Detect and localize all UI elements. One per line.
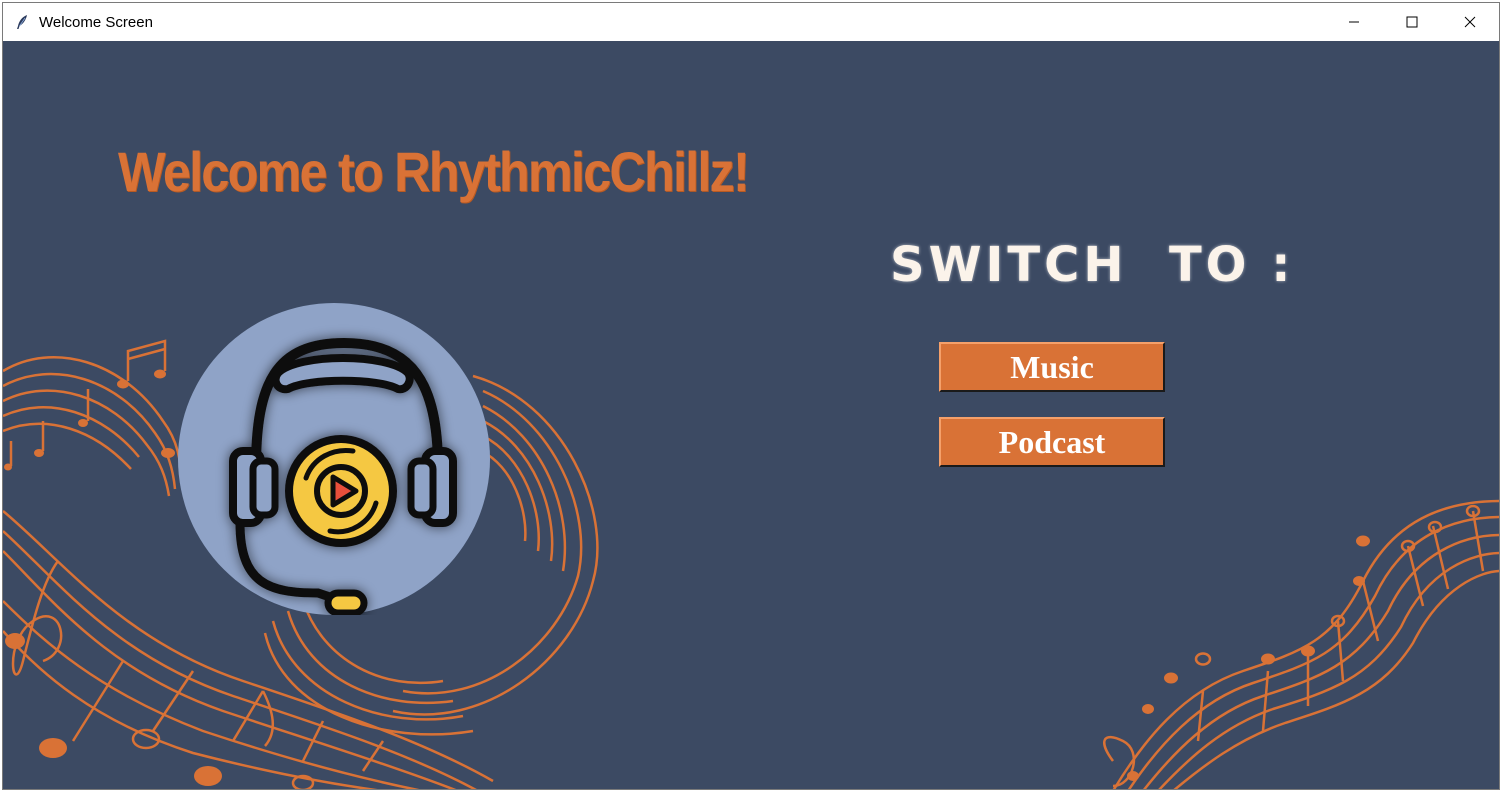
right-staff-decoration bbox=[1103, 499, 1499, 789]
welcome-content: Welcome to RhythmicChillz! SWITCH TO: M… bbox=[3, 41, 1499, 789]
close-icon bbox=[1464, 16, 1476, 28]
left-upper-staff-decoration bbox=[3, 356, 183, 497]
maximize-button[interactable] bbox=[1383, 3, 1441, 41]
maximize-icon bbox=[1406, 16, 1418, 28]
window-title: Welcome Screen bbox=[39, 13, 153, 31]
switch-to-label: SWITCH TO : bbox=[890, 237, 1295, 293]
title-bar[interactable]: Welcome Screen bbox=[3, 3, 1499, 41]
welcome-heading: Welcome to RhythmicChillz! bbox=[118, 140, 750, 203]
music-button[interactable]: Music bbox=[939, 342, 1165, 392]
close-button[interactable] bbox=[1441, 3, 1499, 41]
minimize-icon bbox=[1349, 21, 1359, 23]
feather-icon bbox=[17, 15, 27, 29]
app-window: Welcome Screen Welcome to RhythmicChillz… bbox=[2, 2, 1500, 790]
podcast-button[interactable]: Podcast bbox=[939, 417, 1165, 467]
headphones-play-icon bbox=[229, 337, 457, 615]
window-controls bbox=[1325, 3, 1499, 41]
minimize-button[interactable] bbox=[1325, 3, 1383, 41]
